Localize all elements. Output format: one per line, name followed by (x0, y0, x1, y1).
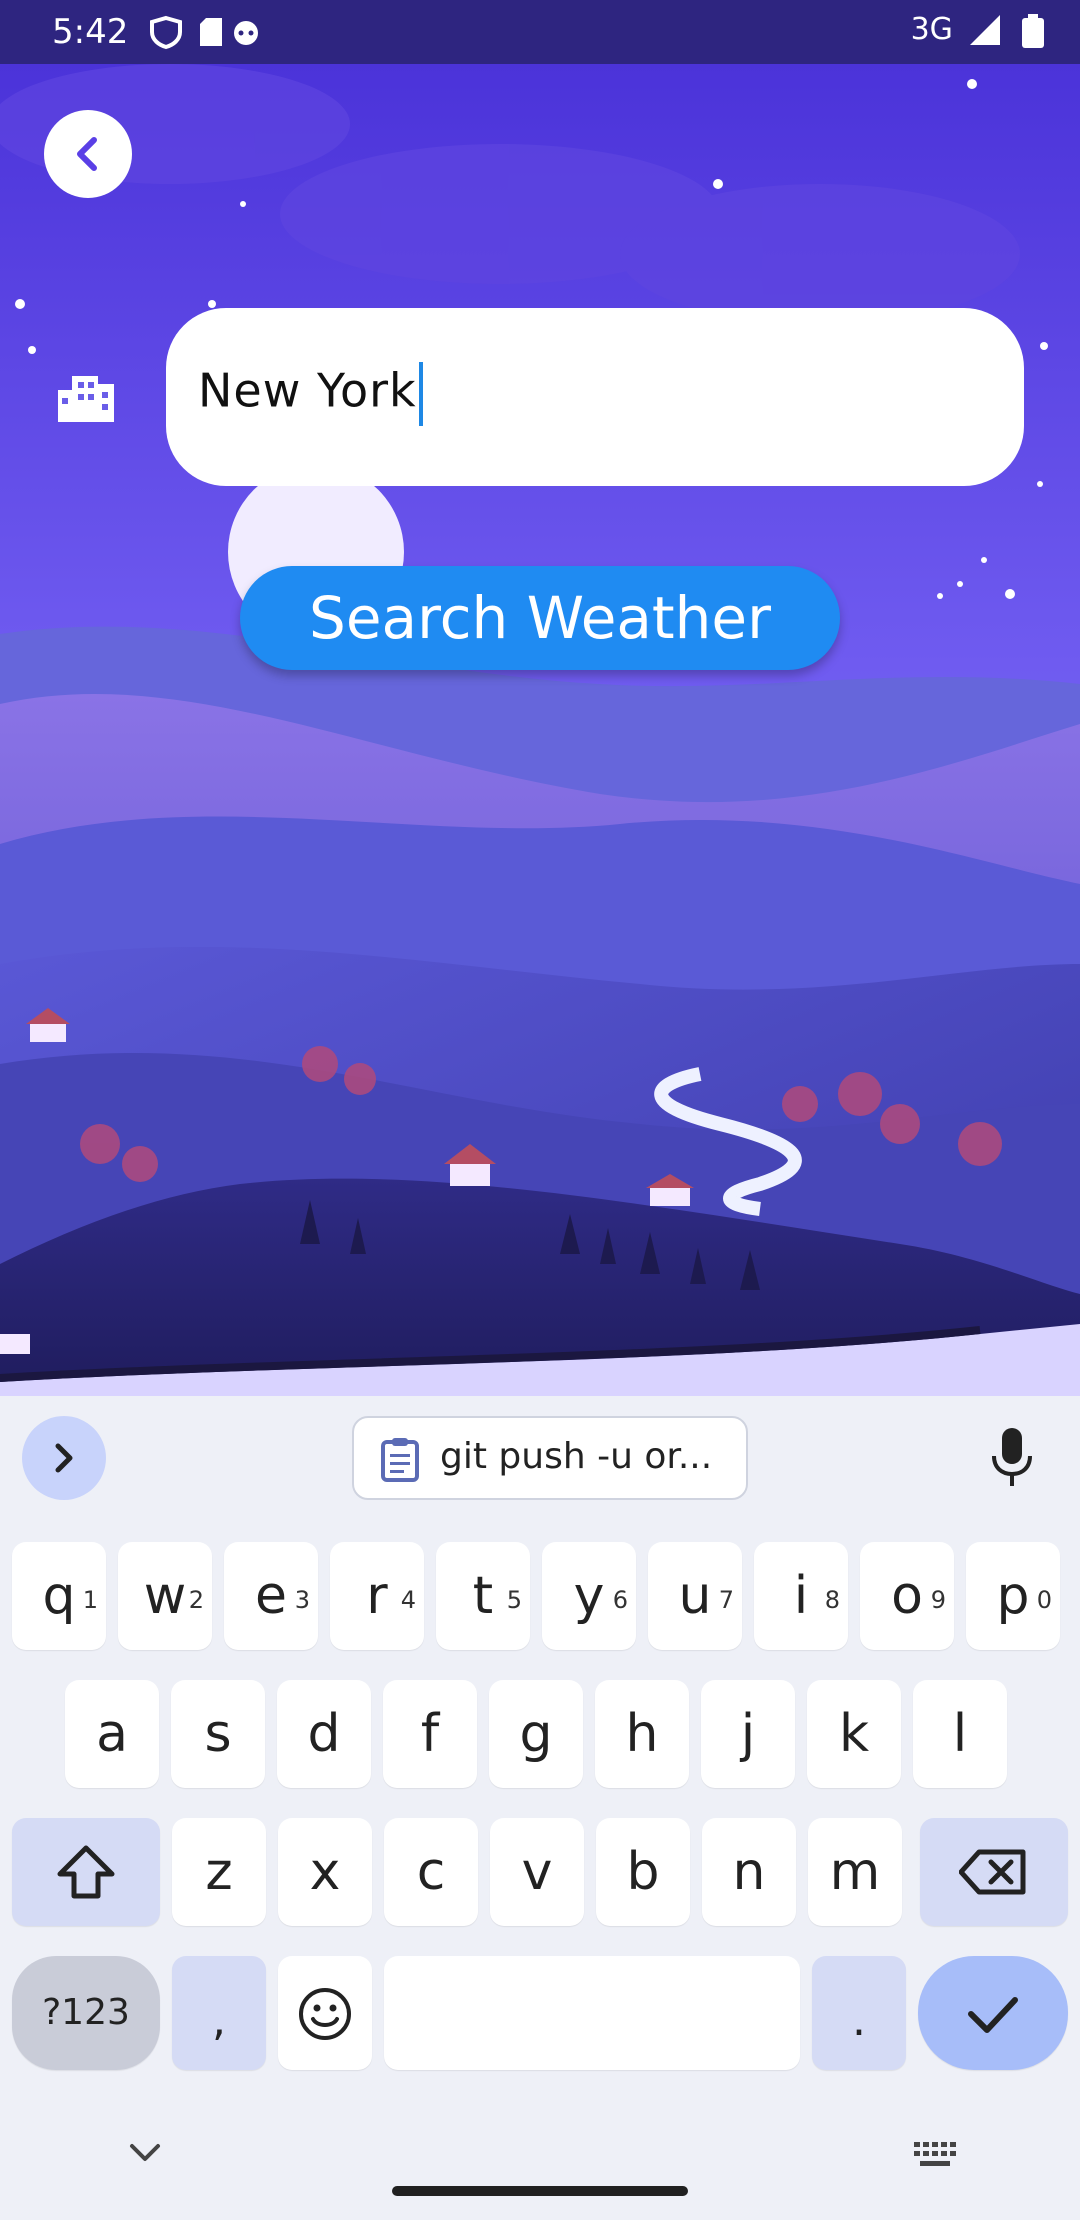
status-time: 5:42 (52, 12, 129, 52)
chevron-right-icon (55, 1443, 73, 1473)
night-landscape-background (0, 64, 1080, 1396)
clipboard-suggestion-text: git push -u or... (440, 1436, 713, 1477)
signal-icon (970, 14, 1001, 45)
keyboard-switcher-button[interactable] (912, 2140, 958, 2174)
text-cursor (418, 362, 423, 426)
comma-key[interactable]: , (172, 1956, 266, 2070)
key-j[interactable]: j (701, 1680, 795, 1788)
key-m[interactable]: m (808, 1818, 902, 1926)
key-hint: 0 (1036, 1586, 1052, 1614)
key-v[interactable]: v (490, 1818, 584, 1926)
symbols-key[interactable]: ?123 (12, 1956, 160, 2070)
key-label: e (255, 1566, 287, 1626)
shift-key[interactable] (12, 1818, 160, 1926)
key-label: p (996, 1566, 1030, 1626)
battery-icon (1022, 13, 1044, 48)
backspace-key[interactable] (920, 1818, 1068, 1926)
key-q[interactable]: q1 (12, 1542, 106, 1650)
key-f[interactable]: f (383, 1680, 477, 1788)
shift-icon (57, 1845, 115, 1899)
clipboard-icon (381, 1438, 419, 1482)
home-gesture-bar[interactable] (392, 2186, 688, 2196)
key-u[interactable]: u7 (648, 1542, 742, 1650)
city-input-value[interactable]: New York (198, 362, 423, 426)
key-hint: 8 (824, 1586, 840, 1614)
microphone-button[interactable] (990, 1428, 1034, 1492)
sd-card-icon (200, 18, 222, 46)
key-b[interactable]: b (596, 1818, 690, 1926)
key-h[interactable]: h (595, 1680, 689, 1788)
status-bar: 5:42 3G (0, 0, 1080, 64)
chevron-left-icon (77, 137, 97, 171)
key-i[interactable]: i8 (754, 1542, 848, 1650)
key-hint: 2 (188, 1586, 204, 1614)
key-e[interactable]: e3 (224, 1542, 318, 1650)
key-label: t (472, 1566, 494, 1626)
key-hint: 5 (506, 1586, 522, 1614)
key-hint: 3 (294, 1586, 310, 1614)
microphone-icon (992, 1428, 1032, 1486)
emoji-icon (299, 1988, 351, 2040)
clipboard-suggestion-chip[interactable]: git push -u or... (352, 1416, 748, 1500)
keyboard-icon (914, 2142, 956, 2166)
key-label: y (573, 1566, 605, 1626)
key-z[interactable]: z (172, 1818, 266, 1926)
key-hint: 9 (930, 1586, 946, 1614)
key-g[interactable]: g (489, 1680, 583, 1788)
key-label: i (793, 1566, 809, 1626)
key-k[interactable]: k (807, 1680, 901, 1788)
key-s[interactable]: s (171, 1680, 265, 1788)
key-label: q (42, 1566, 76, 1626)
key-label: o (891, 1566, 923, 1626)
key-label: w (143, 1566, 187, 1626)
city-search-field[interactable]: New York (166, 308, 1024, 486)
key-n[interactable]: n (702, 1818, 796, 1926)
soft-keyboard: git push -u or... ?123 , . q1w2e3r4t5y6u… (0, 1396, 1080, 2220)
key-a[interactable]: a (65, 1680, 159, 1788)
key-hint: 1 (82, 1586, 98, 1614)
key-r[interactable]: r4 (330, 1542, 424, 1650)
enter-key[interactable] (918, 1956, 1068, 2070)
key-label: r (366, 1566, 388, 1626)
backspace-icon (958, 1849, 1026, 1895)
key-y[interactable]: y6 (542, 1542, 636, 1650)
search-weather-button[interactable]: Search Weather (240, 566, 840, 670)
key-c[interactable]: c (384, 1818, 478, 1926)
key-hint: 7 (718, 1586, 734, 1614)
city-input-text: New York (198, 363, 417, 418)
space-key[interactable] (384, 1956, 800, 2070)
cat-icon (234, 21, 258, 45)
hide-keyboard-button[interactable] (128, 2140, 162, 2168)
network-type: 3G (910, 12, 953, 47)
key-w[interactable]: w2 (118, 1542, 212, 1650)
status-icons (150, 14, 260, 54)
status-right: 3G (911, 12, 1044, 48)
shield-icon (150, 15, 182, 50)
city-icon (58, 370, 114, 426)
key-hint: 6 (612, 1586, 628, 1614)
key-hint: 4 (400, 1586, 416, 1614)
chevron-down-icon (130, 2144, 160, 2161)
checkmark-icon (968, 1997, 1018, 2033)
key-x[interactable]: x (278, 1818, 372, 1926)
key-o[interactable]: o9 (860, 1542, 954, 1650)
keyboard-expand-button[interactable] (22, 1416, 106, 1500)
period-key[interactable]: . (812, 1956, 906, 2070)
back-button[interactable] (44, 110, 132, 198)
key-p[interactable]: p0 (966, 1542, 1060, 1650)
key-l[interactable]: l (913, 1680, 1007, 1788)
key-t[interactable]: t5 (436, 1542, 530, 1650)
emoji-key[interactable] (278, 1956, 372, 2070)
key-d[interactable]: d (277, 1680, 371, 1788)
key-label: u (678, 1566, 712, 1626)
